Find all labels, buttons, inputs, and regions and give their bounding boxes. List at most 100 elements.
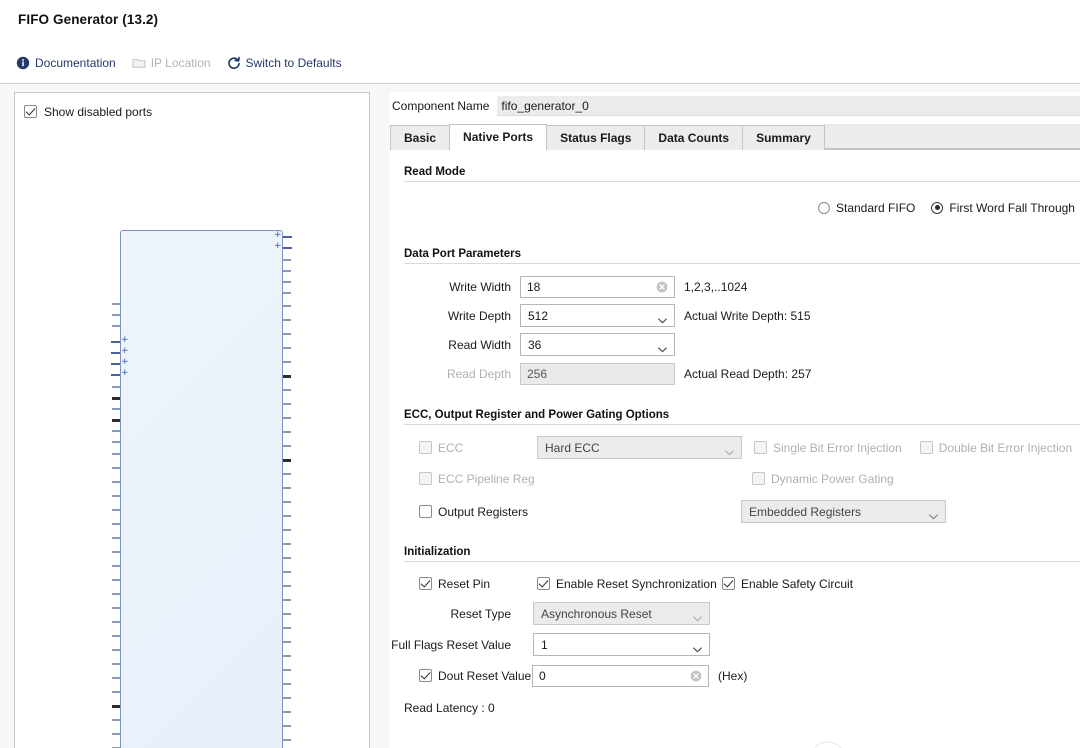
ip-port-stub <box>283 281 291 283</box>
ip-port-stub <box>283 501 291 503</box>
ip-port-stub <box>111 341 120 343</box>
tab-status-flags[interactable]: Status Flags <box>546 125 646 150</box>
ip-port-expand-icon[interactable]: + <box>274 242 282 251</box>
reset-type-label: Reset Type <box>450 606 511 621</box>
ip-port-stub <box>283 259 291 261</box>
ip-port-stub <box>112 523 120 525</box>
ip-port-stub <box>283 389 291 391</box>
ip-port-stub <box>112 397 120 400</box>
dout-reset-value-row[interactable]: Dout Reset Value <box>419 669 532 683</box>
tab-bar: Basic Native Ports Status Flags Data Cou… <box>390 124 1080 150</box>
enable-reset-synchronization-row[interactable]: Enable Reset Synchronization <box>537 577 722 591</box>
ip-location-button[interactable]: IP Location <box>124 54 219 72</box>
main-body: Show disabled ports + + + + + + Component Nam… <box>0 84 1080 748</box>
clear-icon[interactable] <box>690 670 702 682</box>
ip-port-expand-icon[interactable]: + <box>274 231 282 240</box>
chevron-down-icon <box>658 313 667 323</box>
tab-basic[interactable]: Basic <box>390 125 451 150</box>
section-initialization: Initialization Reset Pin Enable Reset Sy… <box>390 546 1080 715</box>
native-ports-tab-content: Read Mode Standard FIFO First Word Fall … <box>390 166 1080 715</box>
ecc-pipeline-reg-label: ECC Pipeline Reg <box>438 471 535 486</box>
row-read-width: Read Width 36 <box>390 330 1080 359</box>
ip-port-stub <box>112 453 120 455</box>
ip-port-stub <box>283 473 291 475</box>
show-disabled-ports-checkbox[interactable] <box>24 105 37 118</box>
ip-port-stub <box>283 627 291 629</box>
ip-port-stub <box>283 403 291 405</box>
row-reset-checkboxes: Reset Pin Enable Reset Synchronization E… <box>390 569 1080 598</box>
enable-reset-synchronization-checkbox[interactable] <box>537 577 550 590</box>
ip-port-expand-icon[interactable]: + <box>121 369 129 378</box>
dout-reset-value-label: Dout Reset Value <box>438 668 532 683</box>
ip-port-stub <box>111 352 120 354</box>
dout-reset-value-value: 0 <box>539 668 546 683</box>
reset-type-value: Asynchronous Reset <box>541 606 652 621</box>
double-bit-error-injection-label: Double Bit Error Injection <box>938 440 1073 455</box>
read-width-select[interactable]: 36 <box>520 333 675 356</box>
enable-safety-circuit-row[interactable]: Enable Safety Circuit <box>722 577 853 591</box>
double-bit-error-injection-checkbox <box>919 441 933 454</box>
dout-reset-value-input[interactable]: 0 <box>532 664 709 687</box>
ecc-pipeline-reg-row: ECC Pipeline Reg <box>419 472 752 486</box>
section-data-port-parameters: Data Port Parameters Write Width 18 1,2,… <box>390 248 1080 388</box>
write-depth-label: Write Depth <box>447 308 511 323</box>
write-depth-select[interactable]: 512 <box>520 304 675 327</box>
output-register-type-select: Embedded Registers <box>741 500 946 523</box>
ecc-section-title: ECC, Output Register and Power Gating Op… <box>404 409 670 421</box>
radio-first-word-fall-through[interactable] <box>931 201 944 214</box>
initialization-title: Initialization <box>404 546 471 558</box>
ip-port-stub <box>112 719 120 721</box>
enable-safety-circuit-checkbox[interactable] <box>722 577 735 590</box>
component-name-input[interactable] <box>497 96 1080 116</box>
radio-standard-fifo[interactable] <box>818 201 830 214</box>
ip-port-stub <box>283 599 291 601</box>
ip-port-stub <box>112 495 120 497</box>
window-title-bar: FIFO Generator (13.2) <box>0 0 1080 42</box>
documentation-label: Documentation <box>35 55 116 70</box>
ip-port-stub <box>283 683 291 685</box>
output-registers-label: Output Registers <box>438 504 529 519</box>
ip-port-stub <box>112 565 120 567</box>
chevron-down-icon <box>929 509 938 519</box>
initialization-rule <box>404 561 1080 562</box>
clear-icon[interactable] <box>656 281 668 293</box>
output-registers-checkbox[interactable] <box>419 505 432 518</box>
ip-port-stub <box>283 319 291 321</box>
row-ecc: ECC Hard ECC Single Bit Error Injection <box>390 433 1080 462</box>
ip-port-expand-icon[interactable]: + <box>121 358 129 367</box>
tab-native-ports[interactable]: Native Ports <box>449 124 548 150</box>
ip-port-stub <box>112 593 120 595</box>
ip-port-expand-icon[interactable]: + <box>121 336 129 345</box>
show-disabled-ports-row[interactable]: Show disabled ports <box>15 93 369 121</box>
ip-symbol-diagram: + + + + + + <box>15 123 369 748</box>
tab-bar-filler <box>823 124 1080 149</box>
write-depth-value: 512 <box>528 308 549 323</box>
ip-port-stub <box>283 571 291 573</box>
reset-pin-label: Reset Pin <box>438 576 491 591</box>
reset-type-select: Asynchronous Reset <box>533 602 710 625</box>
reset-pin-row[interactable]: Reset Pin <box>419 577 537 591</box>
watermark-text: FPGA自学笔记分享 <box>863 741 1072 748</box>
info-icon <box>16 56 30 70</box>
tab-summary[interactable]: Summary <box>742 125 825 150</box>
switch-to-defaults-button[interactable]: Switch to Defaults <box>219 54 350 72</box>
ecc-mode-select: Hard ECC <box>537 436 742 459</box>
row-reset-type: Reset Type Asynchronous Reset <box>390 598 1080 629</box>
write-width-input[interactable]: 18 <box>520 275 675 298</box>
ip-port-stub <box>283 247 292 249</box>
documentation-button[interactable]: Documentation <box>8 54 124 72</box>
ip-port-stub <box>283 487 291 489</box>
full-flags-reset-value-select[interactable]: 1 <box>533 633 710 656</box>
dout-reset-value-checkbox[interactable] <box>419 669 432 682</box>
ip-port-expand-icon[interactable]: + <box>121 347 129 356</box>
tab-data-counts[interactable]: Data Counts <box>644 125 744 150</box>
reset-pin-checkbox[interactable] <box>419 577 432 590</box>
chevron-down-icon <box>658 342 667 352</box>
wechat-icon <box>811 739 855 748</box>
ip-port-stub <box>283 445 291 447</box>
ip-port-stub <box>112 649 120 651</box>
ip-symbol-box <box>120 230 283 748</box>
configuration-panel: Component Name Basic Native Ports Status… <box>390 92 1080 748</box>
output-registers-row[interactable]: Output Registers <box>419 505 741 519</box>
dynamic-power-gating-label: Dynamic Power Gating <box>771 471 894 486</box>
